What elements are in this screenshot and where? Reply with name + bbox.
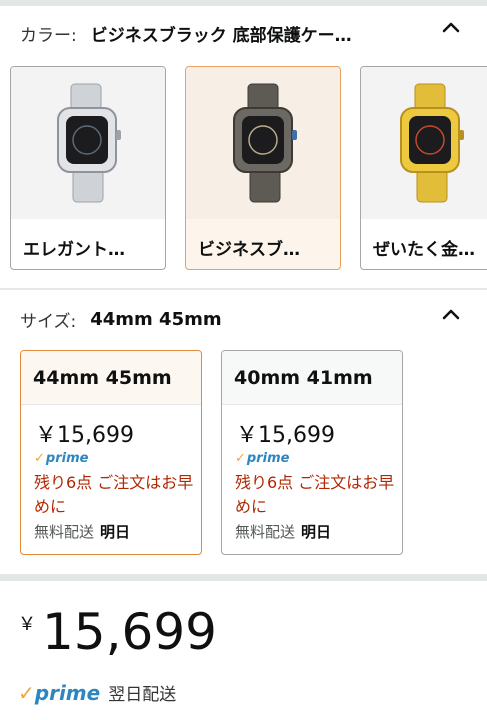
shipping-label: 無料配送 [235,523,296,541]
currency-symbol: ￥ [18,614,36,635]
delivery-text: 翌日配送 [108,685,177,705]
prime-delivery-row: ✓ prime 翌日配送 [18,680,177,706]
prime-check-icon: ✓ [18,680,35,705]
size-option-title: 40mm 41mm [222,351,402,405]
shipping-label: 無料配送 [34,523,95,541]
size-option-40-41[interactable]: 40mm 41mm ￥15,699 ✓ prime 残り6点 ご注文はお早めに … [221,350,403,555]
prime-text: prime [246,451,290,466]
size-option-price: ￥15,699 [35,423,134,448]
color-swatch-luxury-gold[interactable]: ぜいたく金… [360,66,487,270]
size-selected-value: 44mm 45mm [90,308,222,330]
gray-watch-image [186,67,340,219]
size-option-title: 44mm 45mm [21,351,201,405]
top-divider [0,0,487,6]
price-amount: 15,699 [42,603,217,661]
swatch-label: ビジネスブ… [198,240,300,260]
silver-watch-image [11,67,165,219]
size-option-price: ￥15,699 [236,423,335,448]
gold-watch-image [361,67,487,219]
prime-badge: ✓ prime [34,451,88,466]
section-divider [0,574,487,581]
stock-warning: 残り6点 ご注文はお早めに [235,473,395,516]
shipping-day: 明日 [100,523,131,541]
size-header: サイズ: 44mm 45mm [20,306,222,332]
shipping-info: 無料配送 明日 [235,521,331,542]
prime-text: prime [34,680,101,705]
color-label: カラー: [20,25,77,46]
section-divider [0,288,487,290]
price-display: ￥ 15,699 [18,604,217,660]
prime-text: prime [45,451,89,466]
prime-check-icon: ✓ [235,451,246,466]
size-label: サイズ: [20,311,77,332]
stock-warning: 残り6点 ご注文はお早めに [34,473,194,516]
collapse-color-chevron-up-icon[interactable] [440,16,462,38]
color-selected-value: ビジネスブラック 底部保護ケー… [90,25,352,46]
color-swatch-business[interactable]: ビジネスブ… [185,66,341,270]
shipping-info: 無料配送 明日 [34,521,130,542]
size-option-44-45[interactable]: 44mm 45mm ￥15,699 ✓ prime 残り6点 ご注文はお早めに … [20,350,202,555]
shipping-day: 明日 [301,523,332,541]
color-swatch-elegant[interactable]: エレガント… [10,66,166,270]
swatch-label: ぜいたく金… [373,240,475,260]
prime-check-icon: ✓ [34,451,45,466]
prime-badge: ✓ prime [235,451,289,466]
swatch-label: エレガント… [23,240,125,260]
collapse-size-chevron-up-icon[interactable] [440,303,462,325]
color-header: カラー: ビジネスブラック 底部保護ケー… [20,20,450,46]
prime-logo: ✓ prime [18,681,100,705]
